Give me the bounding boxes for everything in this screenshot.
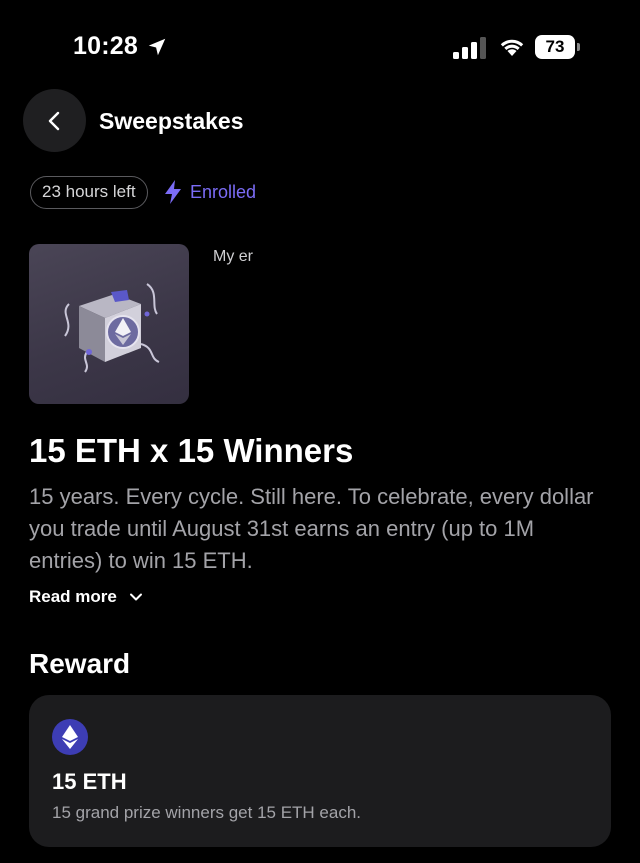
read-more-label: Read more <box>29 587 117 606</box>
reward-description: 15 grand prize winners get 15 ETH each. <box>52 803 362 822</box>
status-time: 10:28 <box>73 32 138 60</box>
wifi-icon <box>500 39 524 56</box>
battery-indicator: 73 <box>535 35 581 59</box>
sweepstakes-headline: 15 ETH x 15 Winners <box>29 432 354 469</box>
ethereum-logo-icon <box>62 725 78 749</box>
reward-amount: 15 ETH <box>52 769 127 794</box>
chevron-left-icon <box>48 111 59 130</box>
reward-card: 15 ETH 15 grand prize winners get 15 ETH… <box>29 695 611 847</box>
my-entries-label: My er <box>213 248 253 265</box>
cellular-signal-icon <box>453 37 486 59</box>
ethereum-icon <box>52 719 88 755</box>
ethereum-cube-illustration <box>64 283 160 373</box>
sweepstakes-description: 15 years. Every cycle. Still here. To ce… <box>29 484 594 573</box>
time-left-badge: 23 hours left <box>30 176 148 209</box>
prize-image <box>29 244 189 404</box>
lightning-bolt-icon <box>165 180 181 204</box>
battery-tip <box>577 43 580 51</box>
reward-section-title: Reward <box>29 648 131 679</box>
status-bar: 10:28 73 <box>0 0 640 80</box>
location-arrow-icon <box>148 38 166 56</box>
back-button[interactable] <box>23 89 86 152</box>
battery-level: 73 <box>535 35 575 59</box>
chevron-down-icon <box>129 593 142 601</box>
enrolled-label: Enrolled <box>190 181 257 202</box>
read-more-button[interactable]: Read more <box>29 587 143 607</box>
enrolled-status: Enrolled <box>164 180 256 204</box>
page-title: Sweepstakes <box>99 108 244 134</box>
